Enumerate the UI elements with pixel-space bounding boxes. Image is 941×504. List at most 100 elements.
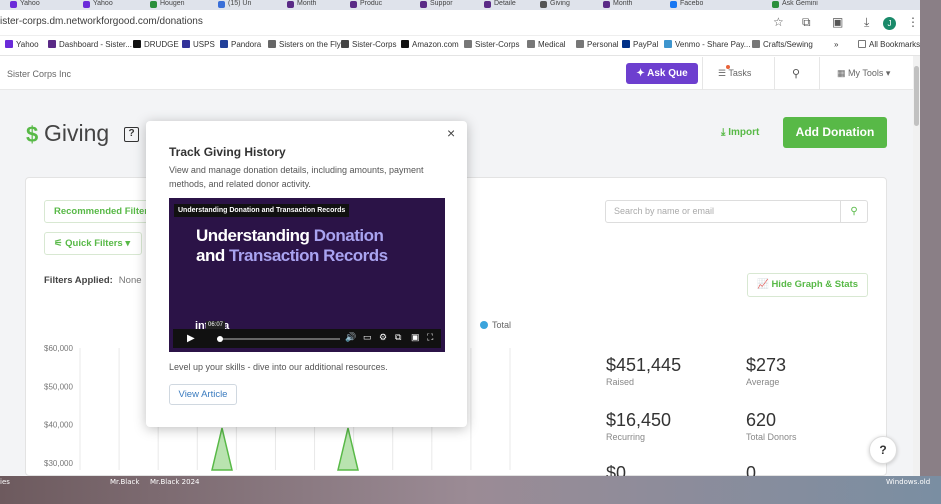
app-header: Sister Corps Inc ✦ Ask Que ☰ Tasks ⚲ ▦ M… — [0, 57, 913, 90]
cast-icon[interactable]: ▣ — [411, 332, 420, 343]
browser-tab[interactable]: Facebo — [670, 0, 703, 10]
hide-graph-button[interactable]: 📈 Hide Graph & Stats — [747, 273, 868, 297]
tab-favicon-icon — [150, 1, 157, 8]
captions-icon[interactable]: ▭ — [363, 332, 372, 343]
bookmark-item[interactable]: Dashboard - Sister... — [48, 40, 132, 49]
page-scrollbar[interactable] — [913, 56, 920, 476]
browser-tab[interactable]: Month — [603, 0, 632, 10]
desktop-icon-label[interactable]: ies — [0, 478, 10, 486]
star-icon[interactable]: ☆ — [773, 15, 784, 29]
add-donation-button[interactable]: Add Donation — [783, 117, 887, 148]
bookmark-item[interactable]: Sister-Corps — [464, 40, 519, 49]
bookmark-favicon-icon — [133, 40, 141, 48]
video-player[interactable]: Understanding Donation and Transaction R… — [169, 198, 445, 352]
giving-dollar-icon: $ — [26, 122, 39, 147]
search-input[interactable]: Search by name or email — [605, 200, 841, 223]
all-bookmarks[interactable]: All Bookmarks — [858, 40, 920, 49]
browser-tab[interactable]: Month — [287, 0, 316, 10]
ask-que-button[interactable]: ✦ Ask Que — [626, 63, 698, 84]
extensions-icon[interactable]: ⧉ — [802, 15, 811, 30]
browser-tab[interactable]: Giving — [540, 0, 570, 10]
series-area-peak — [211, 427, 233, 471]
y-tick-label: $40,000 — [44, 421, 73, 430]
browser-tab[interactable]: Yahoo — [83, 0, 113, 10]
download-icon[interactable]: ⤓ — [864, 15, 869, 30]
popover-description: View and manage donation details, includ… — [169, 165, 424, 189]
bookmark-item[interactable]: Pandora — [220, 40, 261, 49]
browser-tab[interactable]: Hougen — [150, 0, 185, 10]
bookmark-label: USPS — [193, 40, 215, 49]
tab-label: Detaile — [494, 0, 516, 7]
video-heading-part: Transaction Records — [228, 246, 388, 265]
desktop-icon-label[interactable]: Mr.Black 2024 — [150, 478, 199, 486]
pip-icon[interactable]: ⧉ — [395, 332, 401, 343]
bookmark-item[interactable]: PayPal — [622, 40, 658, 49]
desktop-icon-label[interactable]: Windows.old — [886, 478, 930, 486]
video-progress-track[interactable] — [217, 338, 340, 340]
search-button[interactable]: ⚲ — [840, 200, 868, 223]
stat-total-donors: 620 Total Donors — [746, 410, 797, 442]
stat-label: Total Donors — [746, 432, 797, 442]
menu-icon[interactable]: ⋮ — [907, 15, 919, 29]
bookmark-item[interactable]: Crafts/Sewing — [752, 40, 813, 49]
browser-window: Yahoo Yahoo Hougen (15) Un Month Produc Suppor… — [0, 0, 920, 476]
bookmark-item[interactable]: Amazon.com — [401, 40, 459, 49]
tab-label: (15) Un — [228, 0, 252, 7]
my-tools-menu[interactable]: ▦ My Tools ▾ — [837, 68, 890, 79]
more-bookmarks-chevron-icon[interactable]: » — [834, 40, 838, 49]
url-field[interactable]: ister-corps.dm.networkforgood.com/donati… — [0, 16, 203, 27]
bookmark-item[interactable]: Sisters on the Fly — [268, 40, 341, 49]
tasks-button[interactable]: ☰ Tasks — [718, 65, 751, 79]
side-panel-icon[interactable]: ▣ — [832, 15, 843, 29]
avatar[interactable]: J — [883, 17, 896, 30]
legend-dot-total — [480, 321, 489, 329]
fullscreen-icon[interactable]: ⛶ — [427, 332, 433, 343]
help-icon[interactable]: ? — [124, 127, 139, 142]
settings-icon[interactable]: ⚙ — [379, 332, 387, 343]
bookmark-favicon-icon — [576, 40, 584, 48]
tab-favicon-icon — [83, 1, 90, 8]
bookmark-item[interactable]: Medical — [527, 40, 566, 49]
browser-tab[interactable]: Detaile — [484, 0, 516, 10]
my-tools-label: My Tools — [848, 68, 884, 78]
stat-value: 620 — [746, 410, 777, 430]
bookmark-label: Personal — [587, 40, 619, 49]
bookmark-item[interactable]: USPS — [182, 40, 215, 49]
notification-dot — [726, 65, 730, 69]
browser-tab[interactable]: (15) Un — [218, 0, 251, 10]
browser-tab[interactable]: Yahoo — [10, 0, 40, 10]
stat-value: $451,445 — [606, 355, 682, 375]
stat-value: $273 — [746, 355, 787, 375]
bookmark-favicon-icon — [341, 40, 349, 48]
tab-favicon-icon — [772, 1, 779, 8]
play-icon[interactable]: ▶ — [187, 333, 195, 344]
stat-label: Raised — [606, 377, 635, 387]
import-button[interactable]: ⤓ Import — [721, 127, 759, 138]
close-icon[interactable]: × — [447, 125, 455, 141]
bookmark-item[interactable]: DRUDGE — [133, 40, 179, 49]
desktop-icon-label[interactable]: Mr.Black — [110, 478, 139, 486]
bookmark-favicon-icon — [5, 40, 13, 48]
video-progress-handle[interactable] — [217, 336, 223, 342]
hide-graph-label: Hide Graph & Stats — [771, 279, 859, 290]
desktop-strip — [0, 476, 941, 504]
browser-tab[interactable]: Ask Gemini — [772, 0, 818, 10]
bookmark-item[interactable]: Venmo - Share Pay... — [664, 40, 750, 49]
scrollbar-thumb[interactable] — [914, 66, 919, 126]
y-tick-label: $50,000 — [44, 382, 73, 391]
bookmark-item[interactable]: Yahoo — [5, 40, 39, 49]
search-icon[interactable]: ⚲ — [792, 67, 800, 80]
quick-filters-button[interactable]: ⚟ Quick Filters ▾ — [44, 232, 142, 255]
recommended-filters-button[interactable]: Recommended Filters — [44, 200, 149, 223]
tab-label: Yahoo — [93, 0, 113, 7]
bookmark-item[interactable]: Personal — [576, 40, 619, 49]
help-chat-button[interactable]: ? — [869, 436, 897, 464]
bookmark-item[interactable]: Sister-Corps — [341, 40, 396, 49]
tasks-icon: ☰ — [718, 68, 729, 78]
video-heading: Understanding Donation and Transaction R… — [196, 226, 388, 266]
browser-tab[interactable]: Produc — [350, 0, 382, 10]
bookmark-favicon-icon — [182, 40, 190, 48]
browser-tab[interactable]: Suppor — [420, 0, 453, 10]
volume-icon[interactable]: 🔊 — [345, 332, 356, 343]
view-article-button[interactable]: View Article — [169, 384, 237, 405]
